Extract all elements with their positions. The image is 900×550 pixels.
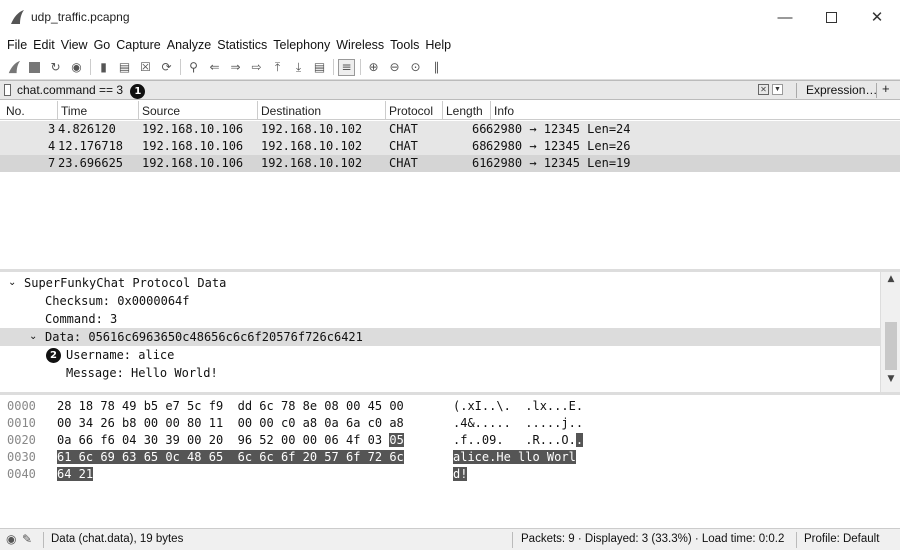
toolbar-separator [333, 59, 334, 75]
packet-list: No. Time Source Destination Protocol Len… [0, 101, 900, 269]
toolbar-separator [90, 59, 91, 75]
menu-bar: File Edit View Go Capture Analyze Statis… [0, 34, 900, 55]
menu-telephony[interactable]: Telephony [270, 38, 333, 52]
go-forward-icon[interactable]: ⇒ [227, 59, 244, 76]
bookmark-icon[interactable] [4, 84, 11, 96]
hex-row[interactable]: 0000 28 18 78 49 b5 e7 5c f9 dd 6c 78 8e… [0, 398, 900, 415]
packet-list-header: No. Time Source Destination Protocol Len… [0, 101, 900, 120]
expert-info-icon[interactable]: ◉ [6, 532, 16, 546]
zoom-normal-icon[interactable]: ⊙ [407, 59, 424, 76]
menu-edit[interactable]: Edit [30, 38, 58, 52]
search-icon[interactable]: ⚲ [185, 59, 202, 76]
zoom-out-icon[interactable]: ⊖ [386, 59, 403, 76]
display-filter-bar: chat.command == 3 1 ✕ ▼ Expression… + [0, 80, 900, 100]
filter-history-dropdown-icon[interactable]: ▼ [772, 84, 783, 95]
tree-node-data[interactable]: ⌄ Data: 05616c6963650c48656c6c6f20576f72… [0, 328, 880, 346]
menu-capture[interactable]: Capture [113, 38, 163, 52]
toolbar-separator [180, 59, 181, 75]
maximize-icon[interactable] [808, 0, 854, 34]
scroll-up-icon[interactable]: ▲ [881, 274, 900, 290]
stop-capture-icon[interactable] [26, 59, 43, 76]
menu-tools[interactable]: Tools [387, 38, 422, 52]
minimize-icon[interactable]: — [762, 0, 808, 34]
tree-field-message[interactable]: Message: Hello World! [0, 364, 880, 382]
reload-icon[interactable]: ⟳ [158, 59, 175, 76]
tree-field-command[interactable]: Command: 3 [0, 310, 880, 328]
hex-row[interactable]: 0030 61 6c 69 63 65 0c 48 65 6c 6c 6f 20… [0, 449, 900, 466]
display-filter-input[interactable]: chat.command == 3 1 [17, 83, 146, 99]
chevron-down-icon[interactable]: ⌄ [8, 277, 16, 288]
column-time[interactable]: Time [58, 104, 87, 118]
menu-go[interactable]: Go [91, 38, 114, 52]
status-packets: Packets: 9 · Displayed: 3 (33.3%) · Load… [521, 533, 785, 545]
packet-row[interactable]: 4 12.176718 192.168.10.106 192.168.10.10… [0, 138, 900, 155]
capture-options-icon[interactable]: ◉ [68, 59, 85, 76]
last-packet-icon[interactable]: ⤓ [290, 59, 307, 76]
packet-details-pane: ⌄ SuperFunkyChat Protocol Data Checksum:… [0, 272, 900, 392]
packet-row[interactable]: 3 4.826120 192.168.10.106 192.168.10.102… [0, 121, 900, 138]
open-file-icon[interactable]: ▮ [95, 59, 112, 76]
details-scrollbar[interactable]: ▲ ▼ [880, 272, 900, 392]
hex-row[interactable]: 0010 00 34 26 b8 00 00 80 11 00 00 c0 a8… [0, 415, 900, 432]
go-back-icon[interactable]: ⇐ [206, 59, 223, 76]
wireshark-fin-icon [11, 10, 24, 24]
scroll-down-icon[interactable]: ▼ [881, 374, 900, 390]
column-length[interactable]: Length [443, 104, 483, 118]
title-bar: udp_traffic.pcapng — ✕ [0, 0, 900, 34]
tree-node-protocol[interactable]: ⌄ SuperFunkyChat Protocol Data [0, 274, 880, 292]
menu-wireless[interactable]: Wireless [333, 38, 387, 52]
status-field-info: Data (chat.data), 19 bytes [51, 533, 184, 545]
filter-value: chat.command == 3 [17, 83, 124, 97]
menu-help[interactable]: Help [422, 38, 454, 52]
pane-splitter[interactable] [0, 392, 900, 395]
window-title: udp_traffic.pcapng [31, 10, 130, 24]
column-destination[interactable]: Destination [258, 104, 321, 118]
menu-file[interactable]: File [4, 38, 30, 52]
column-source[interactable]: Source [139, 104, 180, 118]
status-bar: ◉ ✎ Data (chat.data), 19 bytes Packets: … [0, 528, 900, 550]
autoscroll-icon[interactable]: ▤ [311, 59, 328, 76]
packet-row-selected[interactable]: 7 23.696625 192.168.10.106 192.168.10.10… [0, 155, 900, 172]
status-profile[interactable]: Profile: Default [804, 533, 879, 545]
save-file-icon[interactable]: ▤ [116, 59, 133, 76]
restart-capture-icon[interactable]: ↻ [47, 59, 64, 76]
hex-row[interactable]: 0040 64 21 d! [0, 466, 900, 483]
main-toolbar: ↻ ◉ ▮ ▤ ☒ ⟳ ⚲ ⇐ ⇒ ⇨ ⤒ ⤓ ▤ ≡ ⊕ ⊖ ⊙ ∥ [0, 55, 900, 80]
toolbar-separator [360, 59, 361, 75]
expression-button[interactable]: Expression… [806, 83, 877, 97]
close-icon[interactable]: ✕ [854, 0, 900, 34]
menu-view[interactable]: View [58, 38, 91, 52]
first-packet-icon[interactable]: ⤒ [269, 59, 286, 76]
column-protocol[interactable]: Protocol [386, 104, 433, 118]
close-file-icon[interactable]: ☒ [137, 59, 154, 76]
filter-separator [796, 83, 797, 98]
callout-badge-2: 2 [46, 348, 61, 363]
colorize-icon[interactable]: ≡ [338, 58, 355, 76]
menu-analyze[interactable]: Analyze [164, 38, 214, 52]
filter-separator [876, 83, 877, 98]
bytes-pane: 0000 28 18 78 49 b5 e7 5c f9 dd 6c 78 8e… [0, 396, 900, 526]
go-to-packet-icon[interactable]: ⇨ [248, 59, 265, 76]
clear-filter-icon[interactable]: ✕ [758, 84, 769, 95]
tree-field-checksum[interactable]: Checksum: 0x0000064f [0, 292, 880, 310]
hex-row[interactable]: 0020 0a 66 f6 04 30 39 00 20 96 52 00 00… [0, 432, 900, 449]
resize-columns-icon[interactable]: ∥ [428, 59, 445, 76]
start-capture-icon[interactable] [5, 59, 22, 76]
menu-statistics[interactable]: Statistics [214, 38, 270, 52]
add-filter-button[interactable]: + [882, 81, 890, 96]
edit-comment-icon[interactable]: ✎ [22, 532, 32, 546]
column-info[interactable]: Info [491, 104, 514, 118]
scrollbar-thumb[interactable] [885, 322, 897, 370]
callout-badge-1: 1 [130, 84, 146, 99]
tree-field-username[interactable]: 2 Username: alice [0, 346, 880, 364]
chevron-down-icon[interactable]: ⌄ [29, 331, 37, 342]
column-no[interactable]: No. [3, 104, 25, 118]
zoom-in-icon[interactable]: ⊕ [365, 59, 382, 76]
